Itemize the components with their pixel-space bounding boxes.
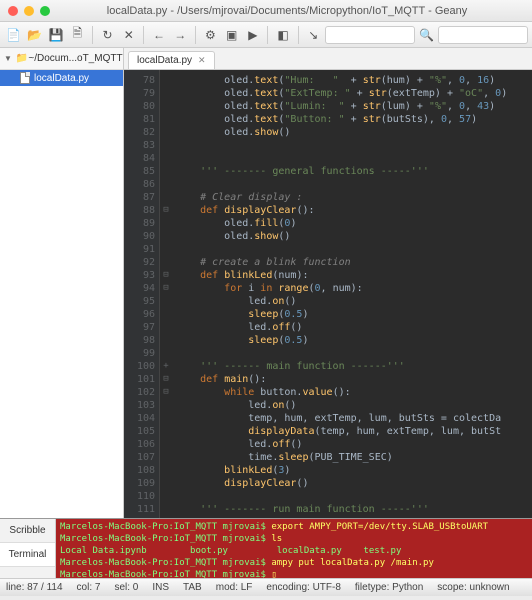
bottom-tabs: Scribble Terminal [0, 519, 56, 578]
run-icon[interactable]: ▶ [243, 25, 262, 45]
statusbar: line: 87 / 114 col: 7 sel: 0 INS TAB mod… [0, 578, 532, 596]
fold-gutter[interactable]: ⊟⊟⊟+⊟⊟ [160, 70, 172, 518]
bottom-panel: Scribble Terminal Marcelos-MacBook-Pro:I… [0, 518, 532, 578]
editor-tabbar: localData.py ✕ [124, 48, 532, 70]
status-col: col: 7 [77, 582, 101, 593]
editor-tab-label: localData.py [137, 55, 192, 66]
status-sel: sel: 0 [114, 582, 138, 593]
chevron-down-icon: ▼ [4, 54, 12, 63]
editor-tab[interactable]: localData.py ✕ [128, 51, 215, 69]
window-titlebar: localData.py - /Users/mjrovai/Documents/… [0, 0, 532, 22]
status-mod: mod: LF [216, 582, 253, 593]
search-input[interactable] [438, 26, 528, 44]
sidebar-file-label: localData.py [34, 73, 89, 84]
editor-area: localData.py ✕ 7879808182838485868788899… [124, 48, 532, 518]
reload-icon[interactable]: ↻ [98, 25, 117, 45]
status-line: line: 87 / 114 [6, 582, 63, 593]
new-file-icon[interactable]: 📄 [4, 25, 23, 45]
save-icon[interactable]: 💾 [46, 25, 65, 45]
terminal-tab[interactable]: Terminal [0, 543, 55, 567]
toolbar: 📄 📂 💾 🗎 ↻ ✕ ← → ⚙ ▣ ▶ ◧ ↘ 🔍 [0, 22, 532, 48]
close-file-icon[interactable]: ✕ [119, 25, 138, 45]
compile-icon[interactable]: ⚙ [201, 25, 220, 45]
file-icon [20, 72, 30, 84]
open-file-icon[interactable]: 📂 [25, 25, 44, 45]
sidebar-folder[interactable]: ▼ 📁 ~/Docum...oT_MQTT ✕ [0, 48, 123, 70]
status-enc: encoding: UTF-8 [266, 582, 340, 593]
nav-back-icon[interactable]: ← [149, 25, 168, 45]
window-title: localData.py - /Users/mjrovai/Documents/… [50, 5, 524, 17]
status-ins: INS [152, 582, 169, 593]
close-window-button[interactable] [8, 6, 18, 16]
status-scope: scope: unknown [437, 582, 509, 593]
terminal-body[interactable]: Marcelos-MacBook-Pro:IoT_MQTT mjrovai$ e… [56, 519, 532, 578]
minimize-window-button[interactable] [24, 6, 34, 16]
build-icon[interactable]: ▣ [222, 25, 241, 45]
sidebar-folder-label: ~/Docum...oT_MQTT [28, 53, 122, 64]
goto-input[interactable] [325, 26, 415, 44]
status-tab: TAB [183, 582, 202, 593]
folder-icon: 📁 [16, 53, 28, 64]
line-gutter: 7879808182838485868788899091929394959697… [124, 70, 160, 518]
code-body[interactable]: oled.text("Hum: " + str(hum) + "%", 0, 1… [172, 70, 532, 518]
status-filetype: filetype: Python [355, 582, 423, 593]
goto-line-icon[interactable]: ↘ [304, 25, 323, 45]
nav-forward-icon[interactable]: → [171, 25, 190, 45]
sidebar-file-item[interactable]: localData.py [0, 70, 123, 86]
maximize-window-button[interactable] [40, 6, 50, 16]
save-all-icon[interactable]: 🗎 [68, 25, 87, 45]
scribble-tab[interactable]: Scribble [0, 519, 55, 543]
code-editor[interactable]: 7879808182838485868788899091929394959697… [124, 70, 532, 518]
sidebar: ▼ 📁 ~/Docum...oT_MQTT ✕ localData.py [0, 48, 124, 518]
color-picker-icon[interactable]: ◧ [273, 25, 292, 45]
tab-close-icon[interactable]: ✕ [198, 55, 206, 66]
search-icon[interactable]: 🔍 [417, 25, 436, 45]
